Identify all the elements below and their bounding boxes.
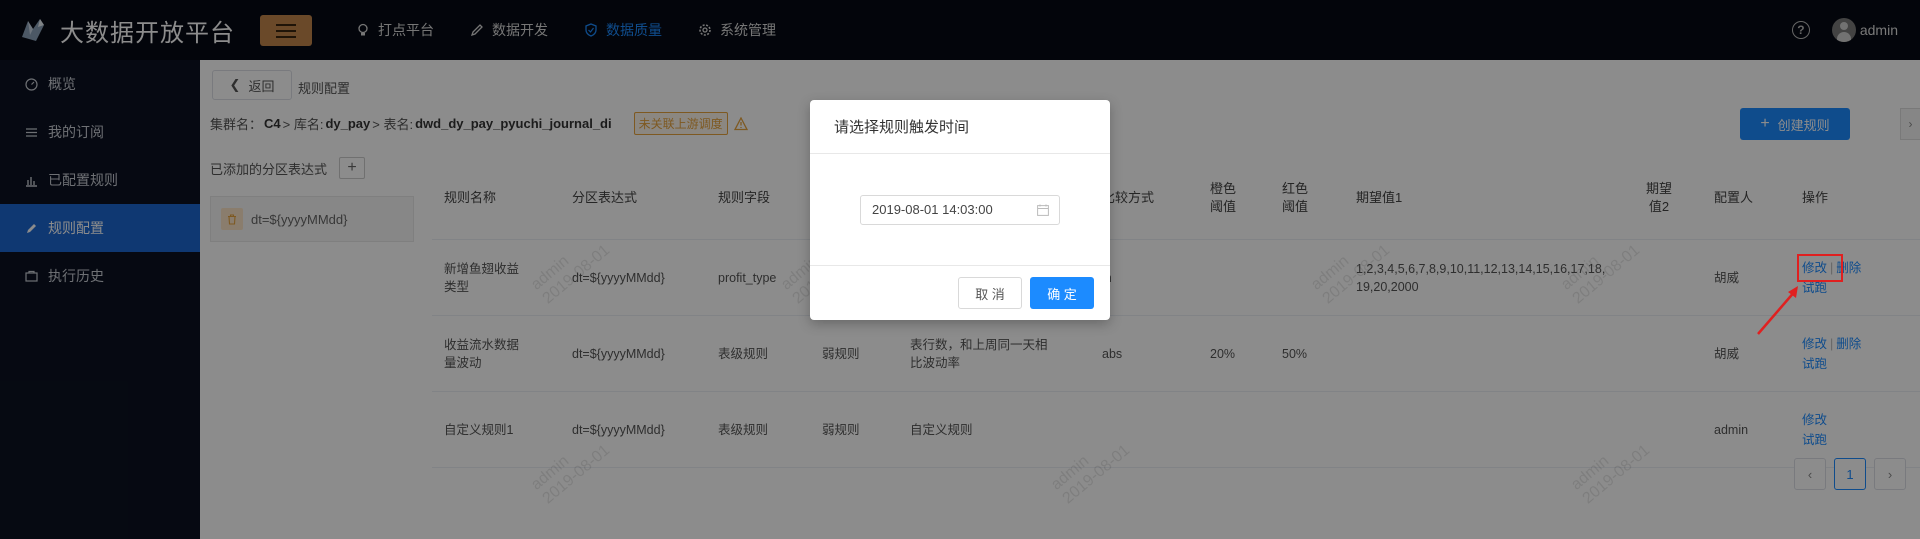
annotation-arrow-icon (1757, 286, 1798, 335)
dialog-title: 请选择规则触发时间 (810, 100, 1110, 154)
dialog-body: 2019-08-01 14:03:00 (810, 154, 1110, 266)
calendar-icon (1037, 204, 1049, 216)
annotation-highlight-box (1797, 254, 1843, 282)
datetime-picker-input[interactable]: 2019-08-01 14:03:00 (860, 194, 1060, 225)
dialog-footer: 取 消 确 定 (810, 266, 1110, 320)
cancel-button[interactable]: 取 消 (958, 277, 1022, 309)
confirm-button[interactable]: 确 定 (1030, 277, 1094, 309)
datetime-value: 2019-08-01 14:03:00 (872, 202, 993, 217)
trigger-time-dialog: 请选择规则触发时间 2019-08-01 14:03:00 取 消 确 定 (810, 100, 1110, 320)
